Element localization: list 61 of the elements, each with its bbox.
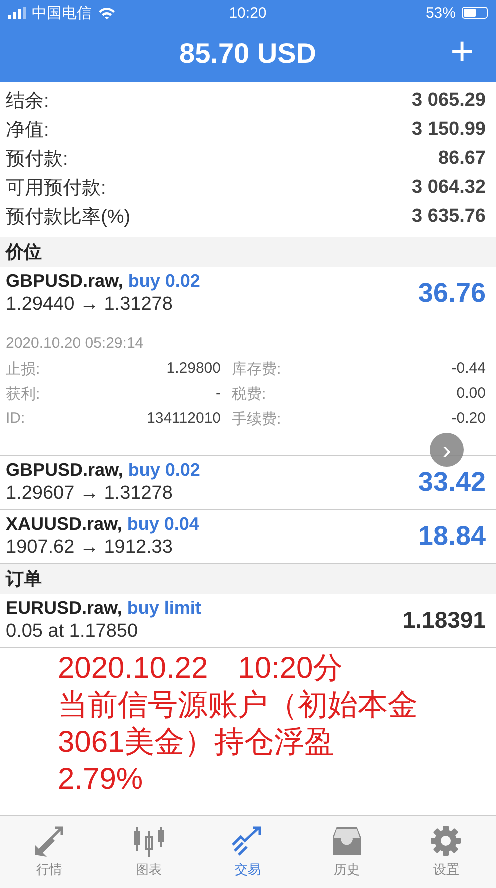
summary-value: 86.67 — [438, 148, 486, 170]
trade-side: buy 0.04 — [127, 514, 200, 534]
signal-icon — [8, 7, 26, 19]
detail-label: 库存费: — [231, 360, 282, 379]
annotation-text: 2020.10.22 10:20分 — [58, 651, 344, 687]
summary-value: 3 150.99 — [412, 118, 486, 140]
detail-value: 0.00 — [456, 385, 486, 404]
annotation-text: 3061美金）持仓浮盈 — [58, 725, 336, 761]
detail-value: 134112010 — [146, 410, 221, 429]
summary-value: 3 065.29 — [412, 90, 486, 112]
price-range: 1907.62 → 1912.33 — [6, 537, 174, 559]
wifi-icon — [98, 6, 116, 20]
next-button[interactable]: › — [430, 433, 464, 467]
add-button[interactable]: + — [450, 32, 474, 72]
section-title: 价位 — [6, 241, 42, 264]
detail-value: - — [215, 385, 221, 404]
trade-side: buy 0.02 — [128, 271, 200, 291]
carrier-name: 中国电信 — [32, 4, 92, 22]
summary-label: 预付款: — [6, 148, 68, 172]
trade-side: buy 0.02 — [128, 460, 200, 480]
price-range: 1.29607 → 1.31278 — [6, 483, 174, 505]
summary-label: 结余: — [6, 90, 50, 114]
settings-icon — [429, 825, 464, 857]
battery-percent: 53% — [426, 4, 456, 22]
order-price: 1.18391 — [402, 607, 486, 634]
detail-label: 止损: — [6, 360, 42, 379]
symbol-label: EURUSD.raw, — [6, 598, 122, 618]
summary-value: 3 064.32 — [412, 176, 486, 198]
detail-label: 手续费: — [231, 410, 282, 429]
symbol-label: GBPUSD.raw, — [6, 460, 124, 480]
profit-value[interactable]: 33.42 — [418, 467, 486, 498]
tab[interactable]: 历史 — [302, 816, 392, 888]
battery-icon — [462, 7, 488, 19]
tab[interactable]: 图表 — [104, 816, 194, 888]
summary-value: 3 635.76 — [412, 206, 486, 228]
open-time: 2020.10.20 05:29:14 — [6, 335, 145, 352]
status-time: 10:20 — [229, 4, 267, 22]
symbol-label: XAUUSD.raw, — [6, 514, 122, 534]
profit-value[interactable]: 18.84 — [418, 521, 486, 552]
balance-title: 85.70 USD — [180, 38, 316, 70]
summary-label: 预付款比率(%) — [6, 206, 131, 230]
candlestick-icon — [132, 825, 166, 857]
annotation-text: 当前信号源账户（初始本金 — [58, 688, 419, 724]
tab[interactable]: 交易 — [202, 816, 293, 888]
price-range: 1.29440 → 1.31278 — [6, 294, 174, 316]
summary-label: 净值: — [6, 118, 50, 142]
detail-value: -0.44 — [450, 360, 486, 379]
tab[interactable]: 设置 — [401, 816, 492, 888]
detail-value: 1.29800 — [166, 360, 221, 379]
section-title: 订单 — [6, 568, 42, 591]
detail-label: 获利: — [6, 385, 42, 404]
profit-value[interactable]: 36.76 — [418, 278, 486, 309]
detail-label: ID: — [6, 410, 26, 429]
order-volume: 0.05 at 1.17850 — [6, 621, 140, 643]
summary-label: 可用预付款: — [6, 176, 106, 200]
detail-label: 税费: — [231, 385, 268, 404]
symbol-label: GBPUSD.raw, — [6, 271, 124, 291]
trade-side: buy limit — [127, 598, 202, 618]
tab[interactable]: 行情 — [4, 816, 95, 888]
detail-value: -0.20 — [450, 410, 486, 429]
annotation-text: 2.79% — [58, 762, 144, 798]
